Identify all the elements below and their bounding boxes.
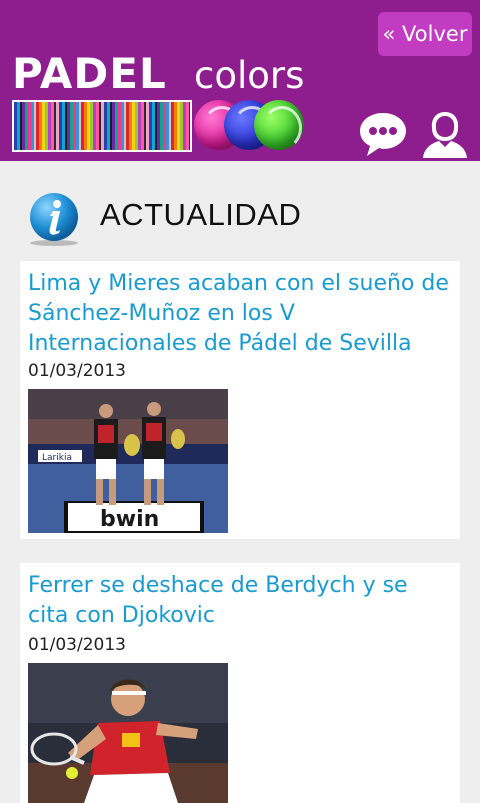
news-card[interactable]: Ferrer se deshace de Berdych y se cita c… xyxy=(20,563,460,803)
section-header: ACTUALIDAD xyxy=(0,161,480,259)
news-title-link[interactable]: Lima y Mieres acaban con el sueño de Sán… xyxy=(28,269,454,359)
tennis-player-photo xyxy=(28,663,228,803)
logo-word-padel: PADEL xyxy=(12,49,167,98)
news-date: 01/03/2013 xyxy=(28,361,126,381)
info-icon xyxy=(30,193,78,246)
logo-word-colors: colors xyxy=(194,54,305,97)
news-thumbnail-tennis-player[interactable] xyxy=(28,663,228,803)
bwin-banner-text: bwin xyxy=(100,507,159,532)
green-ball-icon xyxy=(254,100,304,150)
back-button[interactable]: « Volver xyxy=(378,12,472,56)
section-title: ACTUALIDAD xyxy=(100,197,302,232)
logo-color-strip xyxy=(12,100,192,152)
news-thumbnail-padel-podium[interactable]: Larikia bwin xyxy=(28,389,228,533)
padel-podium-photo: Larikia bwin xyxy=(28,389,228,533)
user-profile-icon[interactable] xyxy=(420,110,470,158)
news-title-link[interactable]: Ferrer se deshace de Berdych y se cita c… xyxy=(28,571,454,631)
news-card[interactable]: Lima y Mieres acaban con el sueño de Sán… xyxy=(20,261,460,539)
chat-bubble-icon[interactable] xyxy=(358,110,408,158)
news-date: 01/03/2013 xyxy=(28,635,126,655)
padel-colors-logo: PADEL colors xyxy=(10,52,310,156)
sponsor-label: Larikia xyxy=(42,453,72,463)
app-header: « Volver PADEL colors xyxy=(0,0,480,161)
